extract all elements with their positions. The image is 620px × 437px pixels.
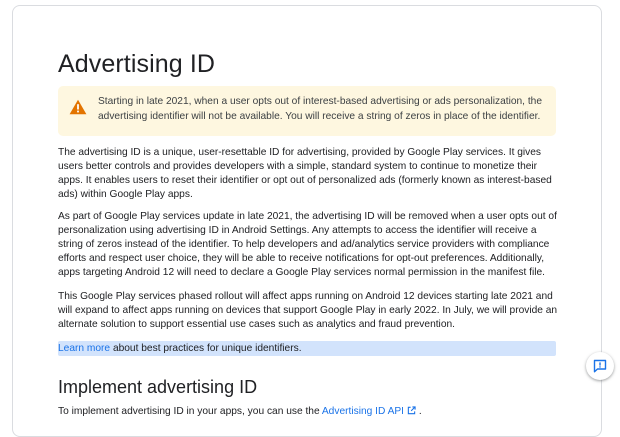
implement-suffix: .	[416, 406, 422, 417]
learn-more-text: about best practices for unique identifi…	[110, 343, 302, 354]
paragraph-intro: The advertising ID is a unique, user-res…	[58, 147, 552, 201]
implement-prefix: To implement advertising ID in your apps…	[58, 406, 322, 417]
paragraph-rollout: This Google Play services phased rollout…	[58, 291, 558, 331]
warning-icon	[69, 99, 87, 115]
feedback-icon	[593, 359, 607, 373]
implement-paragraph: To implement advertising ID in your apps…	[58, 405, 558, 420]
section-title: Implement advertising ID	[58, 377, 258, 397]
feedback-button[interactable]	[586, 352, 614, 380]
learn-more-row: Learn more about best practices for uniq…	[58, 341, 556, 356]
advertising-id-api-link[interactable]: Advertising ID API	[322, 406, 416, 417]
paragraph-update: As part of Google Play services update i…	[58, 211, 557, 279]
warning-callout: Starting in late 2021, when a user opts …	[58, 86, 556, 136]
page-title: Advertising ID	[58, 50, 216, 78]
warning-text: Starting in late 2021, when a user opts …	[98, 96, 542, 122]
learn-more-link[interactable]: Learn more	[58, 343, 110, 354]
external-link-icon	[407, 406, 416, 420]
api-link-label: Advertising ID API	[321, 406, 404, 417]
